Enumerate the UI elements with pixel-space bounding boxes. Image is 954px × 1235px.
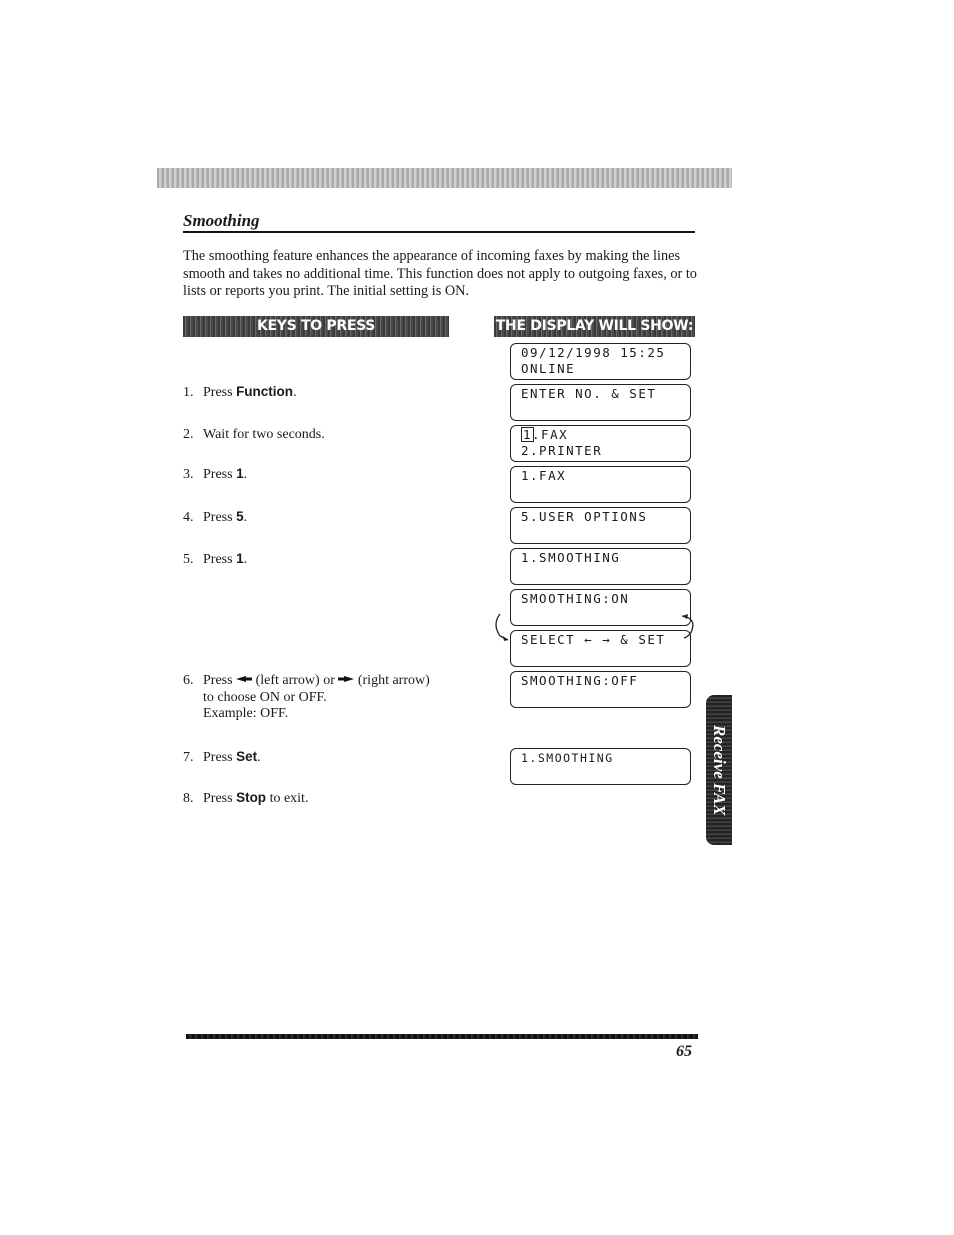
right-arrow-icon bbox=[338, 676, 355, 682]
step-3: 3. Press 1. bbox=[183, 466, 248, 482]
lcd-display: SMOOTHING:OFF bbox=[510, 671, 691, 708]
left-arrow-icon bbox=[236, 676, 253, 682]
lcd-display: 09/12/1998 15:25 ONLINE bbox=[510, 343, 691, 380]
cycle-arrow-right-icon bbox=[681, 614, 694, 639]
key-stop: Stop bbox=[236, 790, 267, 805]
step-2: 2. Wait for two seconds. bbox=[183, 427, 325, 442]
chapter-tab-label: Receive FAX bbox=[710, 724, 729, 816]
step-7: 7. Press Set. bbox=[183, 749, 261, 765]
header-band bbox=[157, 168, 732, 188]
key-5: 5 bbox=[236, 509, 244, 524]
title-rule bbox=[183, 231, 695, 233]
lcd-display: 1.FAX 2.PRINTER bbox=[510, 425, 691, 462]
page-number: 65 bbox=[676, 1043, 692, 1060]
step-4: 4. Press 5. bbox=[183, 509, 248, 525]
lcd-display: SELECT ← → & SET bbox=[510, 630, 691, 667]
section-title: Smoothing bbox=[183, 211, 260, 230]
cycle-arrow-left-icon bbox=[495, 613, 509, 641]
lcd-display: 5.USER OPTIONS bbox=[510, 507, 691, 544]
key-function: Function bbox=[236, 384, 294, 399]
lcd-display: 1.FAX bbox=[510, 466, 691, 503]
keys-to-press-header: KEYS TO PRESS bbox=[183, 316, 449, 337]
intro-paragraph: The smoothing feature enhances the appea… bbox=[183, 248, 697, 299]
lcd-display: SMOOTHING:ON bbox=[510, 589, 691, 626]
step-1: 1. Press Function. bbox=[183, 384, 297, 400]
step-6: 6. Press (left arrow) or (right arrow) to… bbox=[183, 673, 430, 721]
display-will-show-header: THE DISPLAY WILL SHOW: bbox=[494, 316, 695, 337]
footer-rule bbox=[186, 1034, 698, 1039]
key-1: 1 bbox=[236, 466, 244, 481]
lcd-display: 1.SMOOTHING bbox=[510, 548, 691, 585]
key-set: Set bbox=[236, 749, 258, 764]
lcd-display: 1.SMOOTHING bbox=[510, 748, 691, 785]
step-8: 8. Press Stop to exit. bbox=[183, 790, 309, 806]
lcd-display: ENTER NO. & SET bbox=[510, 384, 691, 421]
key-1: 1 bbox=[236, 551, 244, 566]
step-5: 5. Press 1. bbox=[183, 551, 248, 567]
